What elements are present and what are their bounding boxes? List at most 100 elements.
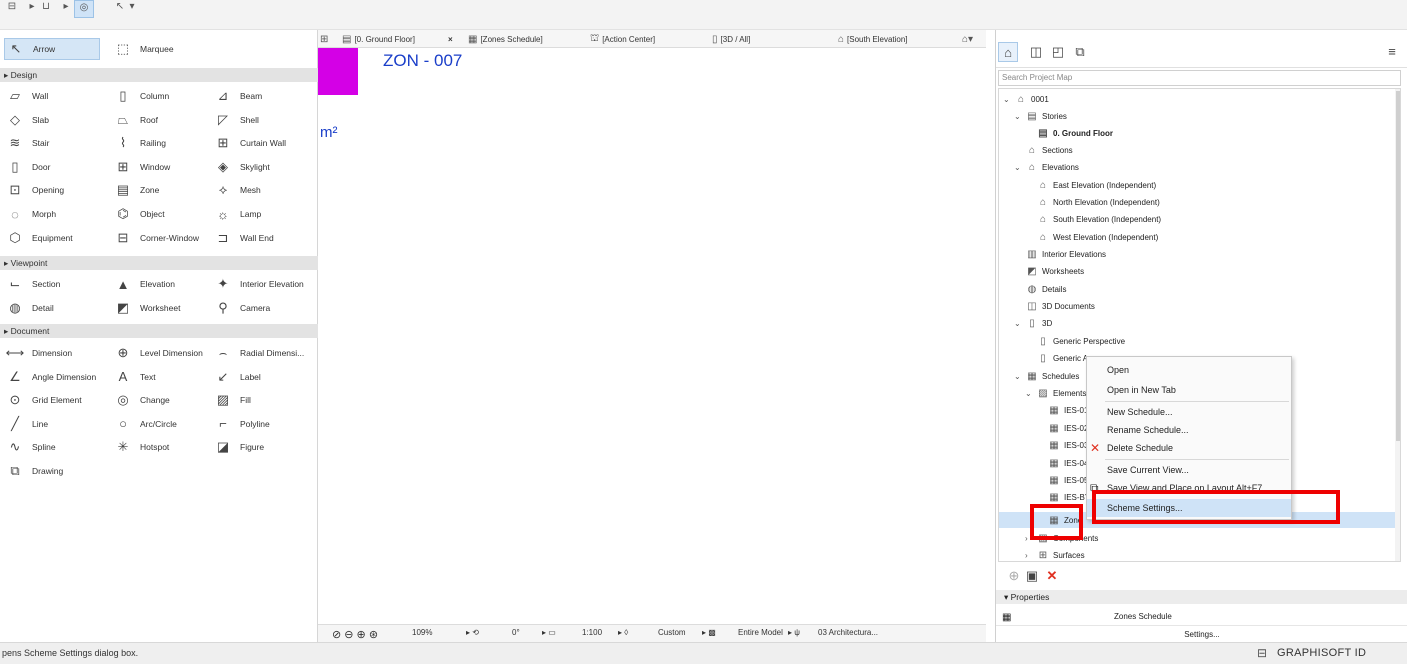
section-tool[interactable]: ⌙ Section	[4, 273, 61, 295]
grid-element-tool[interactable]: ⊙ Grid Element	[4, 389, 82, 411]
tree-node-interior-elevations[interactable]: ▥ Interior Elevations	[1014, 246, 1106, 262]
tree-node-sections[interactable]: ⌂ Sections	[1014, 142, 1073, 158]
fill-tool[interactable]: ▨ Fill	[212, 389, 251, 411]
layout-icon[interactable]: ⊟	[2, 0, 22, 18]
interior-elevation-tool[interactable]: ✦ Interior Elevation	[212, 273, 304, 295]
layer-value[interactable]: Custom	[658, 628, 686, 637]
tree-node-south-elevation-independent[interactable]: ⌂ South Elevation (Independent)	[1025, 211, 1161, 227]
tree-node-0001[interactable]: ⌄ ⌂ 0001	[1003, 91, 1049, 107]
detail-tool[interactable]: ◍ Detail	[4, 297, 53, 319]
scale-value[interactable]: 1:100	[582, 628, 602, 637]
tree-node-elevations[interactable]: ⌄ ⌂ Elevations	[1014, 159, 1079, 175]
text-tool[interactable]: A Text	[112, 366, 156, 388]
roof-tool[interactable]: ⏢ Roof	[112, 109, 158, 131]
section-viewpoint[interactable]: ▸ Viewpoint	[0, 256, 318, 270]
delete-icon[interactable]: ✕	[1042, 566, 1062, 586]
menu-icon[interactable]: ≡	[1382, 42, 1402, 62]
radial-dimensi-tool[interactable]: ⌢ Radial Dimensi...	[212, 342, 305, 364]
tab-3d-all[interactable]: ▯ [3D / All]	[712, 32, 750, 46]
line-tool[interactable]: ╱ Line	[4, 413, 48, 435]
polyline-tool[interactable]: ⌐ Polyline	[212, 413, 270, 435]
label-tool[interactable]: ↙ Label	[212, 366, 261, 388]
zoom-value[interactable]: 109%	[412, 628, 432, 637]
tree-node-ies-by[interactable]: ▦ IES-BY	[1036, 489, 1090, 505]
tab-zones-schedule[interactable]: ▦ [Zones Schedule]	[468, 32, 543, 46]
shell-tool[interactable]: ◸ Shell	[212, 109, 259, 131]
menu-item-open[interactable]: Open	[1087, 361, 1291, 379]
tree-node-surfaces[interactable]: › ⊞ Surfaces	[1025, 547, 1085, 561]
section-document[interactable]: ▸ Document	[0, 324, 318, 338]
chevron-icon[interactable]: ⌄	[1014, 319, 1022, 328]
zone-stamp-label[interactable]: ZON - 007	[383, 51, 462, 71]
settings-button[interactable]: Settings...	[996, 628, 1407, 642]
drawing-tool[interactable]: ⧉ Drawing	[4, 460, 63, 482]
menu-item-save-current-view[interactable]: Save Current View...	[1087, 461, 1291, 479]
tree-node-ies-04[interactable]: ▦ IES-04	[1036, 455, 1088, 471]
angle-value[interactable]: 0°	[512, 628, 520, 637]
menu-item-open-in-new-tab[interactable]: Open in New Tab	[1087, 381, 1291, 399]
railing-tool[interactable]: ⌇ Railing	[112, 132, 166, 154]
corner-window-tool[interactable]: ⊟ Corner-Window	[112, 227, 200, 249]
model-icon[interactable]: ▸ ▩	[702, 628, 716, 637]
pen-set-value[interactable]: 03 Architectura...	[818, 628, 878, 637]
chevron-icon[interactable]: ⌄	[1014, 112, 1022, 121]
tab-layout-toggle[interactable]: ⊞	[320, 32, 328, 46]
figure-tool[interactable]: ◪ Figure	[212, 436, 264, 458]
level-dimension-tool[interactable]: ⊕ Level Dimension	[112, 342, 203, 364]
tree-node-ies-02[interactable]: ▦ IES-02	[1036, 420, 1088, 436]
project-map-icon[interactable]: ⌂	[998, 42, 1018, 62]
change-tool[interactable]: ◎ Change	[112, 389, 169, 411]
tree-node-generic-perspective[interactable]: ▯ Generic Perspective	[1025, 333, 1125, 349]
zone-fill[interactable]	[318, 48, 358, 95]
arc-circle-tool[interactable]: ○ Arc/Circle	[112, 413, 177, 435]
pen-icon[interactable]: ▸ ψ	[788, 628, 800, 637]
opening-tool[interactable]: ⊡ Opening	[4, 179, 65, 201]
menu-item-rename-schedule[interactable]: Rename Schedule...	[1087, 421, 1291, 439]
layer-icon[interactable]: ▸ ◊	[618, 628, 628, 637]
chevron-icon[interactable]: ⌄	[1025, 389, 1033, 398]
wall-icon[interactable]: ⊔	[36, 0, 56, 18]
zone-tool[interactable]: ▤ Zone	[112, 179, 160, 201]
elevation-tool[interactable]: ▲ Elevation	[112, 273, 175, 295]
tree-node-ies-03[interactable]: ▦ IES-03	[1036, 437, 1088, 453]
tree-node-east-elevation-independent[interactable]: ⌂ East Elevation (Independent)	[1025, 177, 1156, 193]
tab-south-elevation[interactable]: ⌂ [South Elevation]	[838, 32, 908, 46]
zoom-tools-icon[interactable]: ⊘ ⊖ ⊕ ⊛	[332, 628, 378, 641]
tree-node-generic-a[interactable]: ▯ Generic A	[1025, 350, 1088, 366]
drawing-canvas[interactable]: ⊞ ▤ [0. Ground Floor] × ▦ [Zones Schedule]…	[318, 30, 986, 642]
chevron-icon[interactable]: ⌄	[1003, 95, 1011, 104]
search-project-map-input[interactable]: Search Project Map	[998, 70, 1401, 86]
morph-tool[interactable]: ◌ Morph	[4, 203, 56, 225]
tree-node-3d[interactable]: ⌄ ▯ 3D	[1014, 315, 1052, 331]
wall-tool[interactable]: ▱ Wall	[4, 85, 48, 107]
marquee-tool[interactable]: ⬚ Marquee	[112, 38, 208, 60]
chevron-icon[interactable]: ⌄	[1014, 372, 1022, 381]
door-tool[interactable]: ▯ Door	[4, 156, 50, 178]
tree-node-elements[interactable]: ⌄ ▨ Elements	[1025, 385, 1086, 401]
toolbar-dropdown-icon[interactable]: ▸	[56, 0, 76, 18]
equipment-tool[interactable]: ⬡ Equipment	[4, 227, 72, 249]
publisher-icon[interactable]: ⧉	[1070, 42, 1090, 62]
model-value[interactable]: Entire Model	[738, 628, 783, 637]
tab-action-center[interactable]: ⛫ [Action Center]	[590, 32, 655, 46]
scrollbar-thumb[interactable]	[1396, 91, 1400, 441]
graphisoft-id-link[interactable]: GRAPHISOFT ID	[1277, 647, 1366, 659]
lamp-tool[interactable]: ☼ Lamp	[212, 203, 261, 225]
tree-node-north-elevation-independent[interactable]: ⌂ North Elevation (Independent)	[1025, 194, 1160, 210]
arrow-tool[interactable]: ↖ Arrow	[4, 38, 100, 60]
window-icon[interactable]: ⊟	[1257, 646, 1267, 660]
close-tab-icon[interactable]: ×	[448, 32, 453, 46]
column-tool[interactable]: ▯ Column	[112, 85, 169, 107]
add-icon[interactable]: ⊕	[1004, 566, 1024, 586]
curtain-wall-tool[interactable]: ⊞ Curtain Wall	[212, 132, 286, 154]
tree-node-ies-05[interactable]: ▦ IES-05	[1036, 472, 1088, 488]
tree-node-worksheets[interactable]: ◩ Worksheets	[1014, 263, 1084, 279]
tree-node-0-ground-floor[interactable]: ▤ 0. Ground Floor	[1025, 125, 1113, 141]
orbit-icon[interactable]: ◎	[74, 0, 94, 18]
spline-tool[interactable]: ∿ Spline	[4, 436, 56, 458]
worksheet-tool[interactable]: ◩ Worksheet	[112, 297, 181, 319]
mesh-tool[interactable]: ⟡ Mesh	[212, 179, 261, 201]
view-map-icon[interactable]: ◫	[1026, 42, 1046, 62]
dimension-tool[interactable]: ⟷ Dimension	[4, 342, 72, 364]
beam-tool[interactable]: ⊿ Beam	[212, 85, 263, 107]
